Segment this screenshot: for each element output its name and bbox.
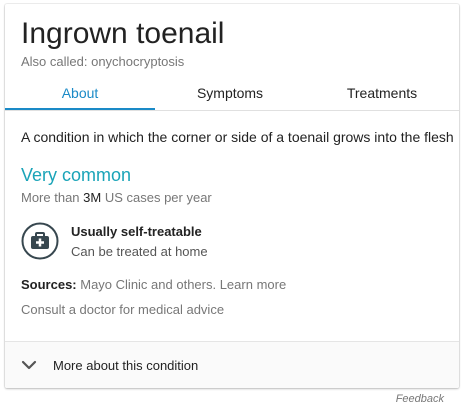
- consult-doctor-text: Consult a doctor for medical advice: [21, 302, 225, 317]
- tab-treatments[interactable]: Treatments: [305, 82, 459, 110]
- condition-description: A condition in which the corner or side …: [21, 129, 454, 145]
- cases-count: 3M: [83, 190, 102, 205]
- self-treatable-title: Usually self-treatable: [71, 224, 202, 239]
- self-treatable-subtitle: Can be treated at home: [71, 244, 208, 259]
- sources-label: Sources:: [21, 277, 77, 292]
- chevron-down-icon: [21, 360, 37, 370]
- sources-line[interactable]: Sources: Mayo Clinic and others. Learn m…: [21, 276, 286, 293]
- also-called-text: Also called: onychocryptosis: [21, 54, 185, 69]
- more-about-condition-label: More about this condition: [53, 358, 199, 373]
- more-about-condition-button[interactable]: More about this condition: [5, 341, 459, 388]
- sources-text[interactable]: Mayo Clinic and others. Learn more: [77, 277, 286, 292]
- frequency-heading: Very common: [21, 165, 132, 185]
- cases-suffix: US cases per year: [101, 190, 212, 205]
- first-aid-kit-icon: [21, 222, 59, 260]
- feedback-link[interactable]: Feedback: [396, 392, 444, 406]
- tab-bar: About Symptoms Treatments: [5, 82, 459, 111]
- tab-about[interactable]: About: [5, 82, 155, 110]
- cases-text: More than 3M US cases per year: [21, 190, 212, 206]
- condition-title: Ingrown toenail: [21, 17, 225, 50]
- knowledge-card: Ingrown toenail Also called: onychocrypt…: [5, 4, 459, 388]
- tab-symptoms[interactable]: Symptoms: [155, 82, 305, 110]
- cases-prefix: More than: [21, 190, 84, 205]
